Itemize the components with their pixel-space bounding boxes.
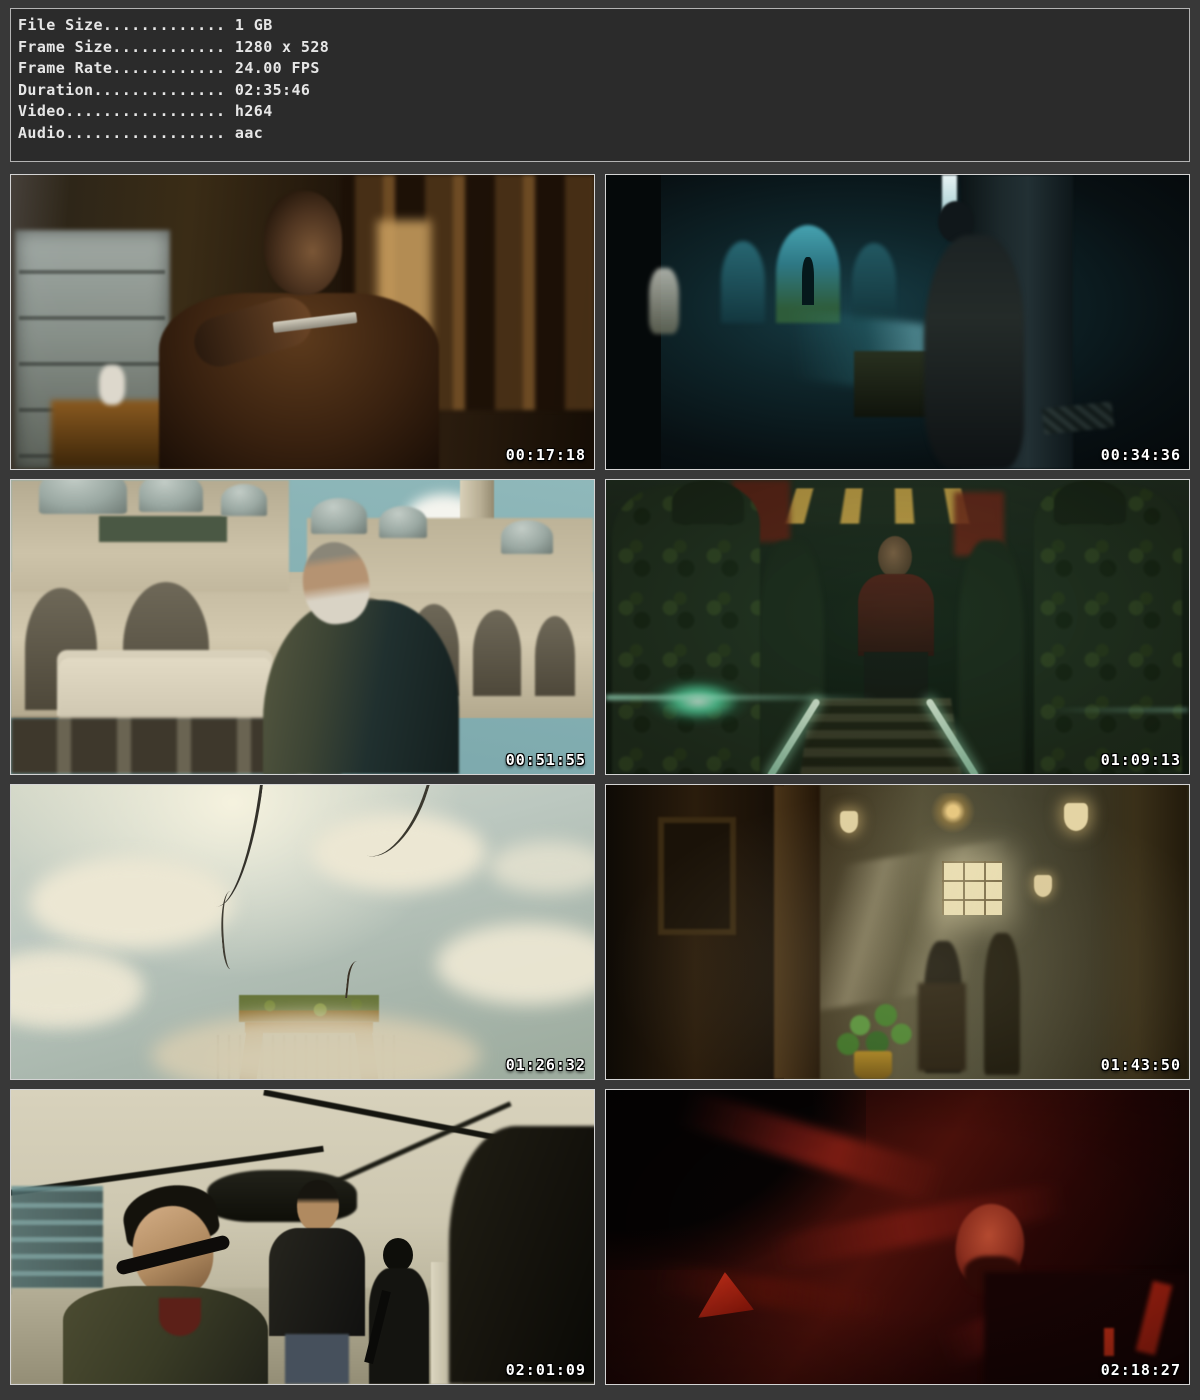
dome: [139, 479, 203, 512]
timestamp-overlay: 02:01:09: [506, 1361, 586, 1379]
kneeling-captive: [924, 235, 1024, 469]
media-info-contact-sheet: { "info": { "lines": [ {"name": "file-si…: [0, 0, 1200, 1400]
dome: [501, 520, 553, 554]
calligraphy-plaque: [99, 516, 227, 542]
info-line-frame-rate: Frame Rate............ 24.00 FPS: [18, 58, 1189, 80]
timestamp-overlay: 00:51:55: [506, 751, 586, 769]
standing-man-jacket: [269, 1228, 365, 1336]
info-line-file-size: File Size............. 1 GB: [18, 15, 1189, 37]
standing-man-jeans: [285, 1334, 349, 1384]
scene-dark-room-captive: [606, 175, 1189, 469]
screenshot-thumb-6: 01:43:50: [605, 784, 1190, 1080]
metal-staircase: [11, 1186, 103, 1294]
info-line-duration: Duration.............. 02:35:46: [18, 80, 1189, 102]
screenshot-thumb-1: 00:17:18: [10, 174, 595, 470]
haze-overlay: [606, 785, 1189, 1079]
scene-red-lit-man: [606, 1090, 1189, 1384]
info-line-video-codec: Video................. h264: [18, 101, 1189, 123]
media-info-panel: File Size............. 1 GB Frame Size..…: [10, 8, 1190, 162]
timestamp-overlay: 00:17:18: [506, 446, 586, 464]
info-line-frame-size: Frame Size............ 1280 x 528: [18, 37, 1189, 59]
dome: [221, 484, 267, 516]
cloud: [436, 923, 595, 1005]
scene-helipad-captive: [11, 1090, 594, 1384]
arch-opening: [535, 616, 575, 696]
scene-interior-man-with-knife: [11, 175, 594, 469]
foreground-shoulder: [449, 1126, 595, 1384]
white-jug: [99, 365, 125, 405]
vignette-overlay: [606, 1090, 1189, 1384]
dust-band: [151, 1013, 481, 1080]
arched-window-left: [721, 241, 765, 323]
man-head: [264, 191, 342, 295]
cloud: [489, 841, 595, 893]
scene-hazy-hallway: [606, 785, 1189, 1079]
masked-gunman-head: [383, 1238, 413, 1272]
screenshot-thumb-4: 01:09:13: [605, 479, 1190, 775]
dome: [379, 506, 427, 538]
arched-window-right: [852, 243, 896, 323]
dome: [311, 498, 367, 534]
info-line-audio-codec: Audio................. aac: [18, 123, 1189, 145]
screenshot-thumb-5: 01:26:32: [10, 784, 595, 1080]
maroon-undershirt: [159, 1298, 201, 1336]
dome: [39, 479, 127, 514]
standing-man-head: [297, 1180, 339, 1232]
screenshot-thumb-2: 00:34:36: [605, 174, 1190, 470]
timestamp-overlay: 01:09:13: [1101, 751, 1181, 769]
screenshot-thumb-7: 02:01:09: [10, 1089, 595, 1385]
ornate-gate: [59, 658, 271, 720]
scene-soldiers-cargo-ramp: [606, 480, 1189, 774]
distant-silhouette: [802, 257, 814, 305]
timestamp-overlay: 01:26:32: [506, 1056, 586, 1074]
timestamp-overlay: 02:18:27: [1101, 1361, 1181, 1379]
timestamp-overlay: 01:43:50: [1101, 1056, 1181, 1074]
timestamp-overlay: 00:34:36: [1101, 446, 1181, 464]
scene-mosque-courtyard: [11, 480, 594, 774]
bent-wire-on-beam: [345, 960, 365, 999]
crate: [854, 351, 934, 417]
green-tint-overlay: [606, 480, 1189, 774]
screenshot-thumb-3: 00:51:55: [10, 479, 595, 775]
scene-sky-bridge-wires: [11, 785, 594, 1079]
arch-opening: [473, 610, 521, 696]
screenshot-thumb-8: 02:18:27: [605, 1089, 1190, 1385]
cloud: [10, 953, 141, 1025]
white-vase: [649, 268, 679, 334]
